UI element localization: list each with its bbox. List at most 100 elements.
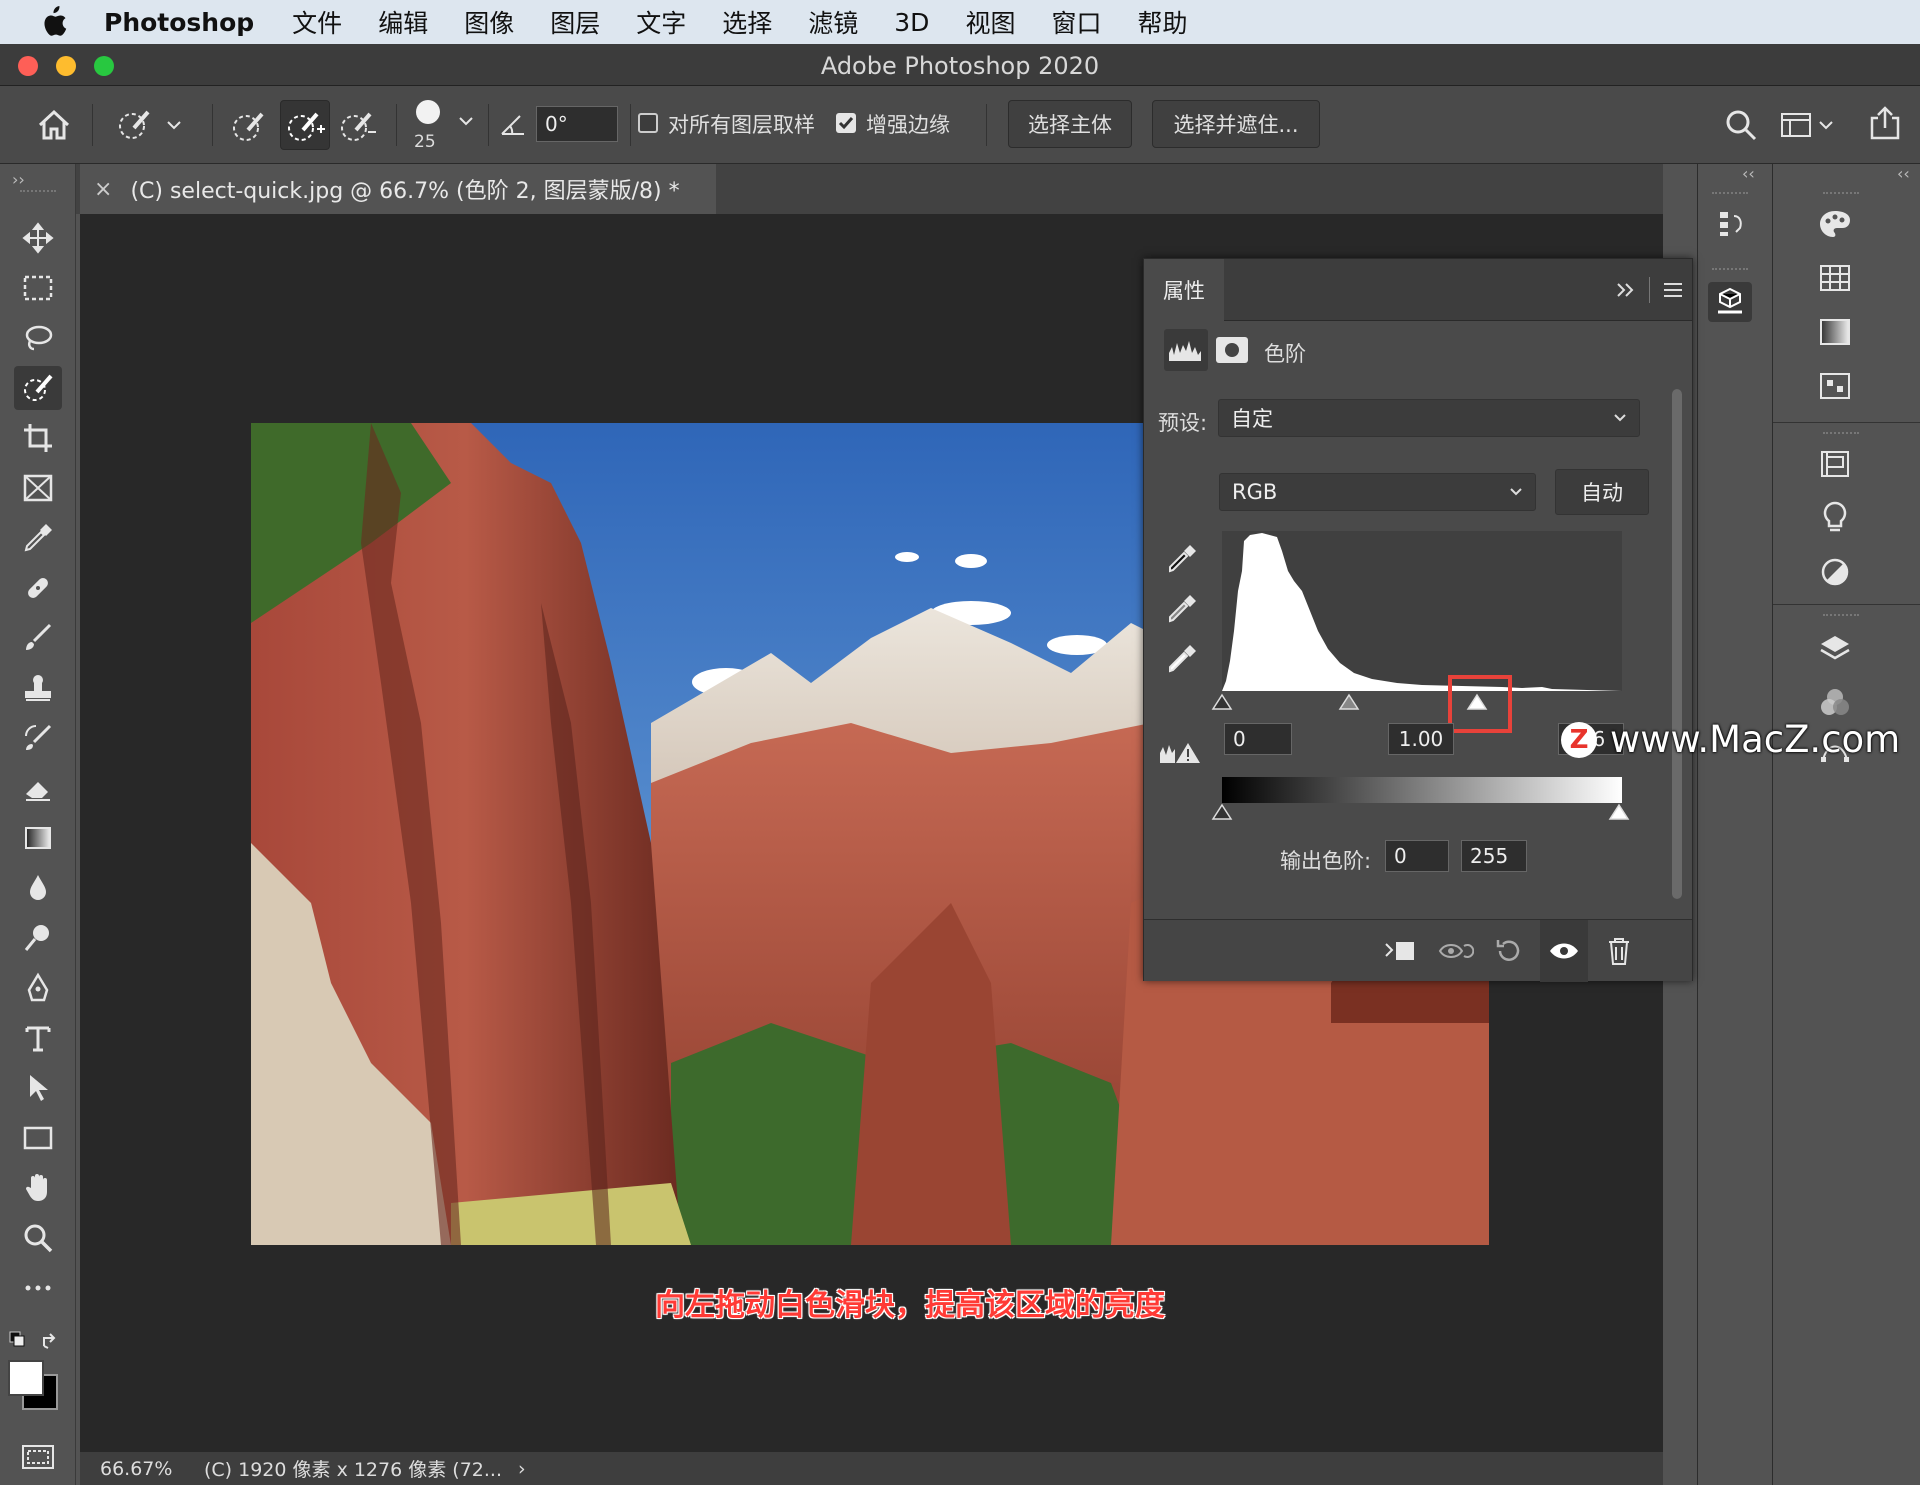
select-subject-button[interactable]: 选择主体	[1008, 100, 1132, 148]
select-and-mask-button[interactable]: 选择并遮住...	[1152, 100, 1320, 148]
frame-tool[interactable]	[14, 466, 62, 510]
crop-tool[interactable]	[14, 416, 62, 460]
share-icon[interactable]	[1868, 104, 1902, 142]
more-tools[interactable]	[14, 1266, 62, 1310]
menu-3d[interactable]: 3D	[894, 8, 929, 37]
white-point-eyedropper-icon[interactable]	[1166, 641, 1200, 675]
scrollbar-thumb[interactable]	[1672, 389, 1682, 899]
libraries-panel-button[interactable]	[1813, 444, 1857, 484]
properties-tab[interactable]: 属性	[1144, 259, 1224, 321]
adjustments-panel-button[interactable]	[1813, 552, 1857, 592]
move-tool[interactable]	[14, 216, 62, 260]
eraser-tool[interactable]	[14, 766, 62, 810]
layers-panel-button[interactable]	[1813, 628, 1857, 668]
output-white-field[interactable]: 255	[1461, 840, 1527, 872]
subtract-selection-icon[interactable]	[336, 106, 380, 146]
eyedropper-tool[interactable]	[14, 516, 62, 560]
enhance-edge-checkbox[interactable]	[836, 113, 856, 133]
add-to-selection-button[interactable]	[280, 100, 330, 150]
angle-input[interactable]: 0°	[536, 106, 618, 142]
color-panel-button[interactable]	[1813, 204, 1857, 244]
zoom-tool[interactable]	[14, 1216, 62, 1260]
reset-icon[interactable]	[1494, 936, 1524, 966]
properties-scrollbar[interactable]	[1672, 389, 1682, 899]
gray-point-eyedropper-icon[interactable]	[1166, 591, 1200, 625]
expand-panel-icon[interactable]	[1614, 281, 1638, 299]
trash-icon[interactable]	[1606, 936, 1632, 966]
menu-select[interactable]: 选择	[722, 4, 772, 40]
status-info-arrow-icon[interactable]: ›	[518, 1458, 526, 1480]
foreground-color-swatch[interactable]	[8, 1360, 44, 1396]
black-output-slider[interactable]	[1211, 803, 1233, 820]
input-black-field[interactable]: 0	[1224, 723, 1292, 755]
document-tab[interactable]: × (C) select-quick.jpg @ 66.7% (色阶 2, 图层…	[80, 164, 716, 214]
search-icon[interactable]	[1724, 108, 1758, 142]
black-point-eyedropper-icon[interactable]	[1166, 541, 1200, 575]
levels-adjustment-button[interactable]	[1164, 329, 1208, 371]
black-input-slider[interactable]	[1211, 693, 1233, 710]
gray-input-slider[interactable]	[1338, 693, 1360, 710]
menu-help[interactable]: 帮助	[1137, 4, 1187, 40]
menu-view[interactable]: 视图	[965, 4, 1015, 40]
output-levels-slider[interactable]	[1210, 803, 1634, 823]
swap-colors-icon[interactable]	[8, 1328, 64, 1352]
screen-mode-icon[interactable]	[20, 1442, 56, 1472]
auto-button[interactable]: 自动	[1555, 469, 1649, 515]
collapse-left-icon[interactable]: ‹‹	[1742, 164, 1755, 183]
collapse-left-icon[interactable]: ‹‹	[1897, 164, 1910, 183]
new-selection-icon[interactable]	[228, 106, 272, 146]
menu-filter[interactable]: 滤镜	[808, 4, 858, 40]
zoom-level[interactable]: 66.67%	[100, 1458, 200, 1480]
hand-tool[interactable]	[14, 1166, 62, 1210]
preset-select[interactable]: 自定	[1218, 399, 1640, 437]
swatches-panel-button[interactable]	[1813, 258, 1857, 298]
menu-layer[interactable]: 图层	[550, 4, 600, 40]
input-levels-slider[interactable]	[1210, 691, 1634, 711]
menu-image[interactable]: 图像	[464, 4, 514, 40]
rectangle-tool[interactable]	[14, 1116, 62, 1160]
patterns-panel-button[interactable]	[1813, 366, 1857, 406]
pen-tool[interactable]	[14, 966, 62, 1010]
sample-all-layers-checkbox[interactable]	[638, 113, 658, 133]
channel-select[interactable]: RGB	[1219, 473, 1536, 511]
collapse-icon[interactable]: ››	[12, 170, 25, 189]
brush-tool[interactable]	[14, 616, 62, 660]
history-brush-tool[interactable]	[14, 716, 62, 760]
menu-edit[interactable]: 编辑	[378, 4, 428, 40]
chevron-down-icon[interactable]	[458, 114, 474, 128]
output-black-field[interactable]: 0	[1385, 840, 1449, 872]
menu-window[interactable]: 窗口	[1051, 4, 1101, 40]
history-panel-button[interactable]	[1708, 204, 1752, 244]
view-previous-state-icon[interactable]	[1438, 936, 1474, 966]
gradient-tool[interactable]	[14, 816, 62, 860]
properties-panel-button[interactable]	[1708, 282, 1752, 322]
dodge-tool[interactable]	[14, 916, 62, 960]
menu-type[interactable]: 文字	[636, 4, 686, 40]
channels-panel-button[interactable]	[1813, 682, 1857, 722]
path-selection-tool[interactable]	[14, 1066, 62, 1110]
workspace-icon[interactable]	[1780, 110, 1836, 142]
close-tab-icon[interactable]: ×	[94, 177, 112, 202]
apple-icon[interactable]	[38, 5, 68, 39]
clone-stamp-tool[interactable]	[14, 666, 62, 710]
blur-tool[interactable]	[14, 866, 62, 910]
lasso-tool[interactable]	[14, 316, 62, 360]
clipping-warning-icon[interactable]	[1158, 737, 1202, 767]
toggle-visibility-button[interactable]	[1540, 920, 1588, 982]
input-gamma-field[interactable]: 1.00	[1388, 723, 1454, 755]
quick-selection-tool[interactable]	[14, 366, 62, 410]
white-output-slider[interactable]	[1608, 803, 1630, 820]
gradients-panel-button[interactable]	[1813, 312, 1857, 352]
menu-app-name[interactable]: Photoshop	[104, 8, 254, 37]
healing-brush-tool[interactable]	[14, 566, 62, 610]
type-tool[interactable]	[14, 1016, 62, 1060]
menu-file[interactable]: 文件	[292, 4, 342, 40]
quick-select-preset-icon[interactable]	[112, 104, 192, 144]
marquee-tool[interactable]	[14, 266, 62, 310]
clip-to-layer-icon[interactable]	[1382, 936, 1418, 966]
learn-panel-button[interactable]	[1813, 498, 1857, 538]
brush-preview-icon[interactable]	[416, 100, 440, 124]
home-icon[interactable]	[36, 108, 72, 142]
layer-mask-button[interactable]	[1216, 337, 1248, 363]
panel-menu-icon[interactable]	[1662, 281, 1684, 299]
